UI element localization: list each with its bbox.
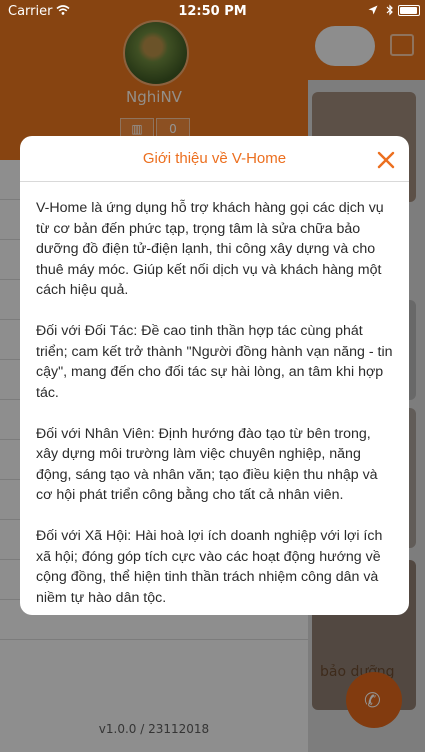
intro-paragraph: V-Home là ứng dụng hỗ trợ khách hàng gọi… [36, 200, 384, 298]
employees-paragraph: Đối với Nhân Viên: Định hướng đào tạo từ… [36, 425, 378, 504]
status-bar: Carrier 12:50 PM [0, 0, 425, 22]
dialog-title: Giới thiệu về V-Home [142, 150, 287, 167]
battery-icon [398, 5, 420, 16]
partners-paragraph: Đối với Đối Tác: Đề cao tinh thần hợp tá… [36, 323, 393, 401]
about-dialog: Giới thiệu về V-Home V-Home là ứng dụng … [20, 136, 409, 615]
society-paragraph: Đối với Xã Hội: Hài hoà lợi ích doanh ng… [36, 528, 383, 606]
clock: 12:50 PM [178, 4, 247, 19]
dialog-header: Giới thiệu về V-Home [20, 136, 409, 182]
close-icon[interactable] [376, 150, 396, 170]
dialog-body: V-Home là ứng dụng hỗ trợ khách hàng gọi… [36, 198, 396, 615]
bluetooth-icon [386, 4, 393, 16]
location-icon [368, 5, 378, 15]
